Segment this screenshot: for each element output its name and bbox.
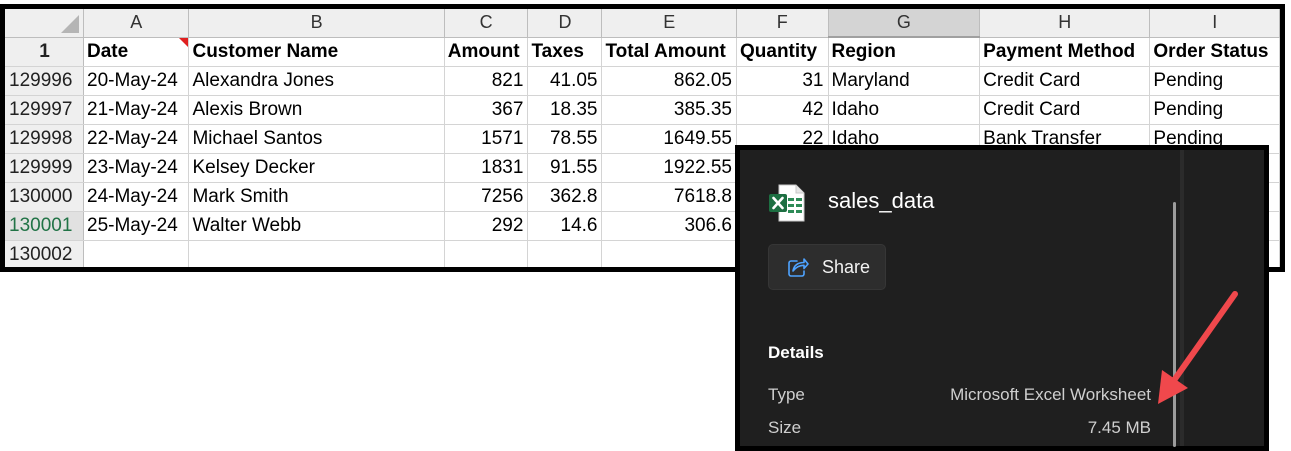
cell-amount[interactable] [444,240,529,267]
cell-date[interactable]: 23-May-24 [83,153,190,183]
cell-quantity[interactable]: 42 [736,95,829,125]
comment-indicator-icon[interactable] [179,37,188,47]
size-label: Size [768,418,802,437]
cell-taxes[interactable]: 362.8 [527,182,603,212]
row-header[interactable]: 129996 [5,66,84,96]
cell-total-amount[interactable]: 306.6 [601,211,737,241]
cell-customer-name[interactable] [188,240,445,267]
column-header-a[interactable]: A [83,9,190,38]
share-button[interactable]: Share [768,244,886,290]
cell-customer-name[interactable]: Mark Smith [188,182,445,212]
cell-amount[interactable]: 1571 [444,124,529,154]
header-cell-region[interactable]: Region [828,37,981,67]
annotation-arrow-icon [1158,291,1238,404]
row-header-active[interactable]: 130001 [5,211,84,241]
details-heading: Details [768,343,824,362]
header-cell-quantity[interactable]: Quantity [736,37,829,67]
type-label: Type [768,385,805,404]
header-cell-customer-name[interactable]: Customer Name [188,37,445,67]
table-row: 129997 21-May-24 Alexis Brown 367 18.35 … [5,95,1280,125]
type-value: Microsoft Excel Worksheet [950,385,1151,404]
cell-date[interactable]: 25-May-24 [83,211,190,241]
column-header-i[interactable]: I [1149,9,1280,38]
header-cell-amount[interactable]: Amount [444,37,529,67]
cell-total-amount[interactable]: 7618.8 [601,182,737,212]
cell-customer-name[interactable]: Alexandra Jones [188,66,445,96]
row-header[interactable]: 129997 [5,95,84,125]
column-header-d[interactable]: D [527,9,603,38]
share-button-label: Share [822,257,871,277]
cell-amount[interactable]: 7256 [444,182,529,212]
cell-order-status[interactable]: Pending [1149,66,1280,96]
cell-order-status[interactable]: Pending [1149,95,1280,125]
cell-region[interactable]: Maryland [828,66,981,96]
header-cell-payment-method[interactable]: Payment Method [979,37,1151,67]
row-header[interactable]: 129999 [5,153,84,183]
row-header[interactable]: 130002 [5,240,84,267]
cell-taxes[interactable] [527,240,603,267]
cell-date[interactable] [83,240,190,267]
cell-payment-method[interactable]: Credit Card [979,66,1151,96]
column-header-row: A B C D E F G H I [5,9,1280,38]
column-header-b[interactable]: B [188,9,445,38]
cell-total-amount[interactable]: 1922.55 [601,153,737,183]
header-cell-order-status[interactable]: Order Status [1149,37,1280,67]
column-header-e[interactable]: E [601,9,737,38]
cell-total-amount[interactable]: 1649.55 [601,124,737,154]
select-all-button[interactable] [5,9,84,38]
cell-date[interactable]: 21-May-24 [83,95,190,125]
column-header-c[interactable]: C [444,9,529,38]
cell-taxes[interactable]: 41.05 [527,66,603,96]
cell-total-amount[interactable]: 862.05 [601,66,737,96]
cell-taxes[interactable]: 78.55 [527,124,603,154]
cell-customer-name[interactable]: Michael Santos [188,124,445,154]
share-icon [788,258,809,277]
cell-taxes[interactable]: 18.35 [527,95,603,125]
cell-amount[interactable]: 1831 [444,153,529,183]
cell-payment-method[interactable]: Credit Card [979,95,1151,125]
table-row: 129996 20-May-24 Alexandra Jones 821 41.… [5,66,1280,96]
table-header-row: 1 Date Customer Name Amount Taxes Total … [5,37,1280,67]
cell-date[interactable]: 22-May-24 [83,124,190,154]
row-header[interactable]: 1 [5,37,84,67]
excel-file-icon [769,184,805,222]
column-header-f[interactable]: F [736,9,829,38]
header-cell-taxes[interactable]: Taxes [527,37,603,67]
row-header[interactable]: 130000 [5,182,84,212]
header-cell-total-amount[interactable]: Total Amount [601,37,737,67]
cell-customer-name[interactable]: Alexis Brown [188,95,445,125]
column-header-g[interactable]: G [828,9,981,38]
cell-amount[interactable]: 292 [444,211,529,241]
cell-customer-name[interactable]: Walter Webb [188,211,445,241]
select-all-triangle-icon [61,14,79,33]
cell-customer-name[interactable]: Kelsey Decker [188,153,445,183]
column-header-h[interactable]: H [979,9,1151,38]
cell-taxes[interactable]: 91.55 [527,153,603,183]
row-header[interactable]: 129998 [5,124,84,154]
header-cell-date-text: Date [87,40,129,62]
cell-amount[interactable]: 367 [444,95,529,125]
file-name-title: sales_data [828,188,935,213]
cell-total-amount[interactable]: 385.35 [601,95,737,125]
cell-date[interactable]: 24-May-24 [83,182,190,212]
header-cell-date[interactable]: Date [83,37,190,67]
cell-quantity[interactable]: 31 [736,66,829,96]
cell-date[interactable]: 20-May-24 [83,66,190,96]
cell-taxes[interactable]: 14.6 [527,211,603,241]
cell-amount[interactable]: 821 [444,66,529,96]
cell-total-amount[interactable] [601,240,737,267]
cell-region[interactable]: Idaho [828,95,981,125]
size-value: 7.45 MB [1087,418,1151,437]
